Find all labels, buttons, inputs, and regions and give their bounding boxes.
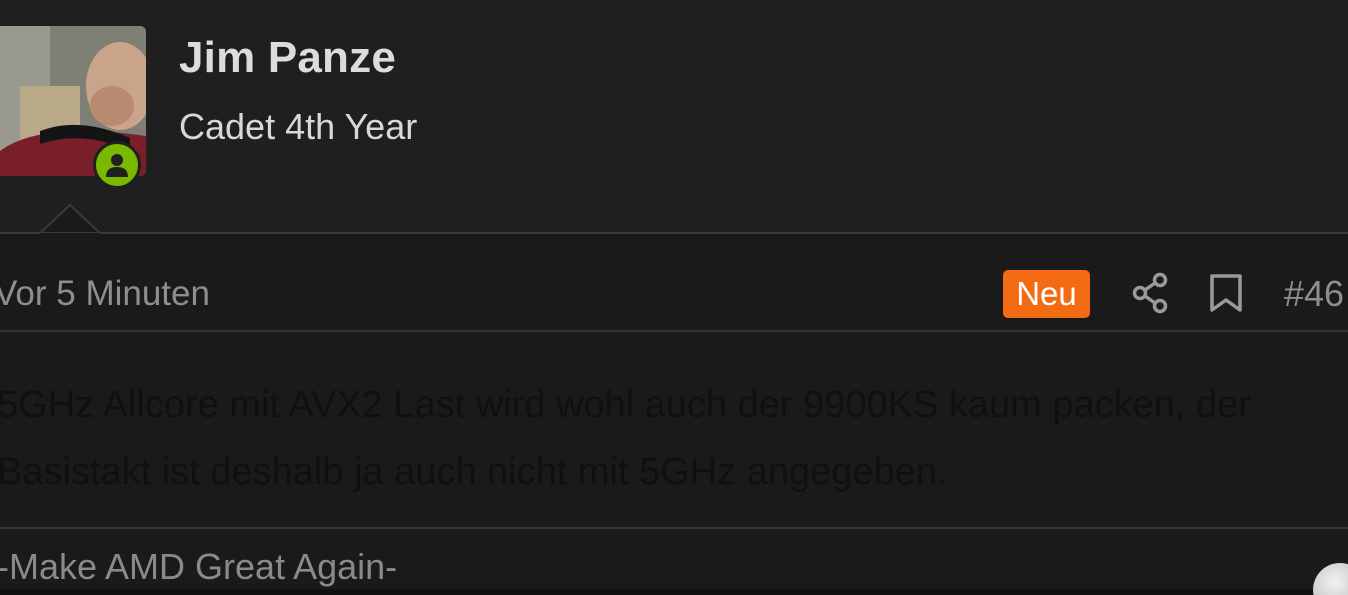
bottom-bar xyxy=(0,589,1348,595)
user-rank: Cadet 4th Year xyxy=(179,106,418,147)
new-badge: Neu xyxy=(1003,270,1090,318)
post-content: 5GHz Allcore mit AVX2 Last wird wohl auc… xyxy=(0,372,1348,506)
content-divider xyxy=(0,527,1348,529)
bookmark-icon[interactable] xyxy=(1208,273,1244,313)
post-content-line: Basistakt ist deshalb ja auch nicht mit … xyxy=(0,451,948,493)
share-icon[interactable] xyxy=(1130,272,1170,314)
speech-notch xyxy=(40,203,100,235)
online-status-badge xyxy=(93,141,141,189)
user-online-icon xyxy=(106,154,128,177)
forum-post: Jim Panze Cadet 4th Year Vor 5 Minuten N… xyxy=(0,0,1348,595)
post-content-line: 5GHz Allcore mit AVX2 Last wird wohl auc… xyxy=(0,384,1251,426)
meta-divider xyxy=(0,330,1348,332)
signature: -Make AMD Great Again- xyxy=(0,546,398,587)
post-number[interactable]: #46 xyxy=(1284,273,1344,315)
username[interactable]: Jim Panze xyxy=(179,33,396,83)
post-timestamp[interactable]: Vor 5 Minuten xyxy=(0,274,210,314)
header-divider xyxy=(0,232,1348,234)
